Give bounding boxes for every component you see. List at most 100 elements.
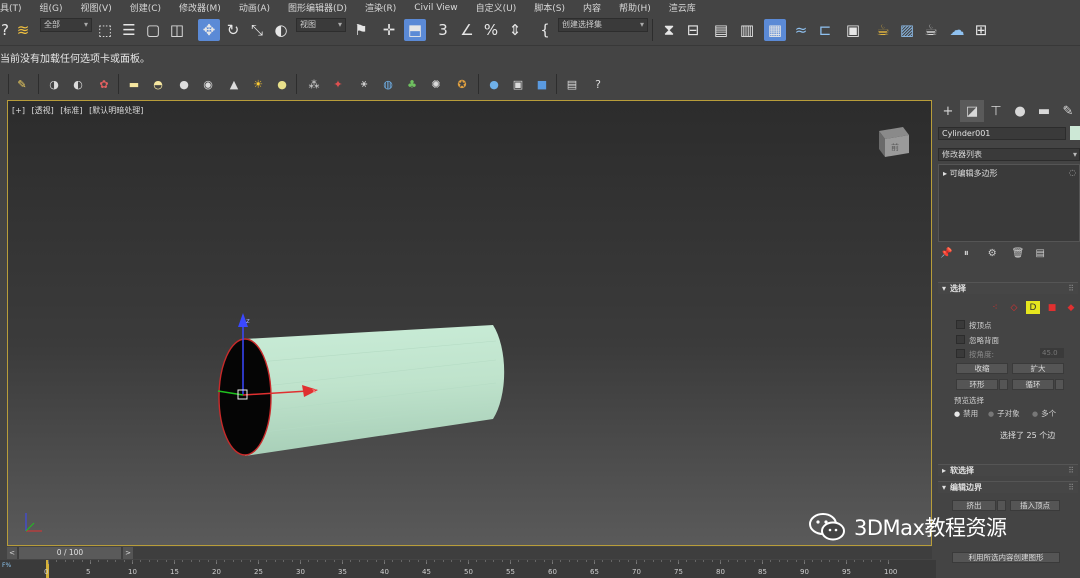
cone-icon[interactable]: ▲ [226, 76, 242, 92]
menu-graph-editors[interactable]: 图形编辑器(D) [279, 1, 356, 14]
reference-coordinate-dropdown[interactable]: 视图 [296, 18, 346, 32]
menu-help[interactable]: 帮助(H) [610, 1, 660, 14]
modifier-stack[interactable]: ▸ 可编辑多边形 ◌ [938, 164, 1080, 242]
ring-button[interactable]: 环形 [956, 379, 998, 390]
extrude-button[interactable]: 挤出 [952, 500, 996, 511]
menu-modifiers[interactable]: 修改器(M) [170, 1, 230, 14]
time-slider-next[interactable]: > [123, 547, 133, 559]
keyboard-shortcut-override-icon[interactable]: ⬒ [404, 19, 426, 41]
settings-panel-icon[interactable]: ▤ [564, 76, 580, 92]
schematic-view-icon[interactable]: ⊏ [814, 19, 836, 41]
configure-modifier-sets-icon[interactable]: ▤ [1036, 248, 1052, 259]
particles-icon[interactable]: ⁂ [306, 76, 322, 92]
toggle-ribbon-icon[interactable]: ▦ [764, 19, 786, 41]
light-bulb-icon[interactable]: ● [274, 76, 290, 92]
curve-editor-icon[interactable]: ≈ [790, 19, 812, 41]
render-frame-icon[interactable]: ⊞ [970, 19, 992, 41]
menu-content[interactable]: 内容 [574, 1, 610, 14]
object-color-swatch[interactable] [1070, 126, 1080, 140]
question-icon[interactable]: ? [590, 76, 606, 92]
stack-item-toggle-icon[interactable]: ◌ [1069, 168, 1076, 177]
globe-icon[interactable]: ◍ [380, 76, 396, 92]
sun-icon[interactable]: ☀ [250, 76, 266, 92]
preview-disabled-radio[interactable]: 禁用 [954, 408, 978, 419]
time-slider-prev[interactable]: < [7, 547, 17, 559]
shade-icon[interactable]: ◑ [46, 76, 62, 92]
window-crossing-icon[interactable]: ◫ [166, 19, 188, 41]
render-region-icon[interactable]: ▣ [510, 76, 526, 92]
hierarchy-tab-icon[interactable]: ⊤ [984, 100, 1008, 122]
extrude-settings-button[interactable] [997, 500, 1006, 511]
foliage-icon[interactable]: ♣ [404, 76, 420, 92]
select-object-icon[interactable]: ⬚ [94, 19, 116, 41]
eye-icon[interactable]: ◉ [200, 76, 216, 92]
hemisphere-icon[interactable]: ◓ [150, 76, 166, 92]
bone-icon[interactable]: ✿ [96, 76, 112, 92]
remove-modifier-icon[interactable]: 🗑 [1012, 248, 1028, 259]
create-tab-icon[interactable]: + [936, 100, 960, 122]
rendered-frame-window-icon[interactable]: ▨ [896, 19, 918, 41]
place-icon[interactable]: ◐ [270, 19, 292, 41]
create-shape-button[interactable]: 利用所选内容创建图形 [952, 552, 1060, 563]
named-selection-dropdown[interactable]: 创建选择集 [558, 18, 648, 32]
link-icon[interactable]: ≋ [12, 19, 34, 41]
percent-snap-icon[interactable]: % [480, 19, 502, 41]
perspective-viewport[interactable]: [+] [透视] [标准] [默认明暗处理] z x 前 [7, 100, 932, 546]
camera-icon[interactable]: ■ [534, 76, 550, 92]
select-by-name-icon[interactable]: ☰ [118, 19, 140, 41]
pivot-icon[interactable]: ⚑ [350, 19, 372, 41]
render-cloud-icon[interactable]: ☁ [946, 19, 968, 41]
box-icon[interactable]: ▬ [126, 76, 142, 92]
rollout-soft-selection[interactable]: ▸ 软选择 [938, 464, 1078, 476]
menu-civil-view[interactable]: Civil View [405, 3, 466, 13]
pin-stack-icon[interactable]: 📌 [940, 248, 956, 259]
grow-button[interactable]: 扩大 [1012, 363, 1064, 374]
menu-render-cloud[interactable]: 渲云库 [660, 1, 705, 14]
element-level-icon[interactable]: ◆ [1064, 301, 1078, 314]
scene-explorer-icon[interactable]: ▤ [710, 19, 732, 41]
environment-icon[interactable]: ● [486, 76, 502, 92]
edge-level-icon[interactable]: ◇ [1007, 301, 1021, 314]
motion-tab-icon[interactable]: ● [1008, 100, 1032, 122]
time-slider[interactable]: < 0 / 100 > [7, 547, 932, 559]
scene-canvas[interactable]: z x [8, 101, 932, 546]
rollout-edit-borders[interactable]: ▾ 编辑边界 [938, 481, 1078, 493]
vertex-level-icon[interactable]: ⁖ [988, 301, 1002, 314]
track-bar[interactable]: F% 0 5 10 15 20 25 30 35 40 45 50 55 60 65 70 75 80 85 90 9… [0, 560, 936, 578]
polygon-level-icon[interactable]: ■ [1045, 301, 1059, 314]
render-production-icon[interactable]: ☕ [920, 19, 942, 41]
loop-button[interactable]: 循环 [1012, 379, 1054, 390]
angle-spinner[interactable]: 45.0 [1040, 348, 1064, 358]
modifier-list-dropdown[interactable]: 修改器列表 [938, 148, 1080, 161]
insert-vertex-button[interactable]: 插入顶点 [1010, 500, 1060, 511]
angle-snap-icon[interactable]: ∠ [456, 19, 478, 41]
menu-customize[interactable]: 自定义(U) [467, 1, 526, 14]
viewcube[interactable]: 前 [873, 123, 913, 159]
menu-scripting[interactable]: 脚本(S) [525, 1, 574, 14]
shrink-button[interactable]: 收缩 [956, 363, 1008, 374]
align-icon[interactable]: ⊟ [682, 19, 704, 41]
layer-explorer-icon[interactable]: ▥ [736, 19, 758, 41]
menu-rendering[interactable]: 渲染(R) [356, 1, 405, 14]
scale-icon[interactable]: ⤡ [246, 19, 268, 41]
helper-icon[interactable]: ✦ [330, 76, 346, 92]
hide-icon[interactable]: ◐ [70, 76, 86, 92]
edit-named-selection-icon[interactable]: { [534, 19, 556, 41]
move-icon[interactable]: ✥ [198, 19, 220, 41]
menu-create[interactable]: 创建(C) [121, 1, 170, 14]
mirror-icon[interactable]: ⧗ [658, 19, 680, 41]
by-vertex-checkbox[interactable]: 按顶点 [956, 320, 992, 331]
object-name-field[interactable]: Cylinder001 [938, 127, 1066, 140]
sphere-icon[interactable]: ● [176, 76, 192, 92]
paint-icon[interactable]: ✪ [454, 76, 470, 92]
make-unique-icon[interactable]: ⚙ [988, 248, 1004, 259]
render-setup-icon[interactable]: ☕ [872, 19, 894, 41]
utilities-tab-icon[interactable]: ✎ [1056, 100, 1080, 122]
show-end-result-icon[interactable]: ⏸ [964, 248, 980, 259]
time-slider-thumb[interactable]: 0 / 100 [19, 547, 121, 559]
menu-animation[interactable]: 动画(A) [230, 1, 279, 14]
modify-tab-icon[interactable]: ◪ [960, 100, 984, 122]
cloth-icon[interactable]: ✺ [428, 76, 444, 92]
light-icon[interactable]: ✎ [14, 76, 30, 92]
menu-tools[interactable]: 具(T) [0, 1, 31, 14]
